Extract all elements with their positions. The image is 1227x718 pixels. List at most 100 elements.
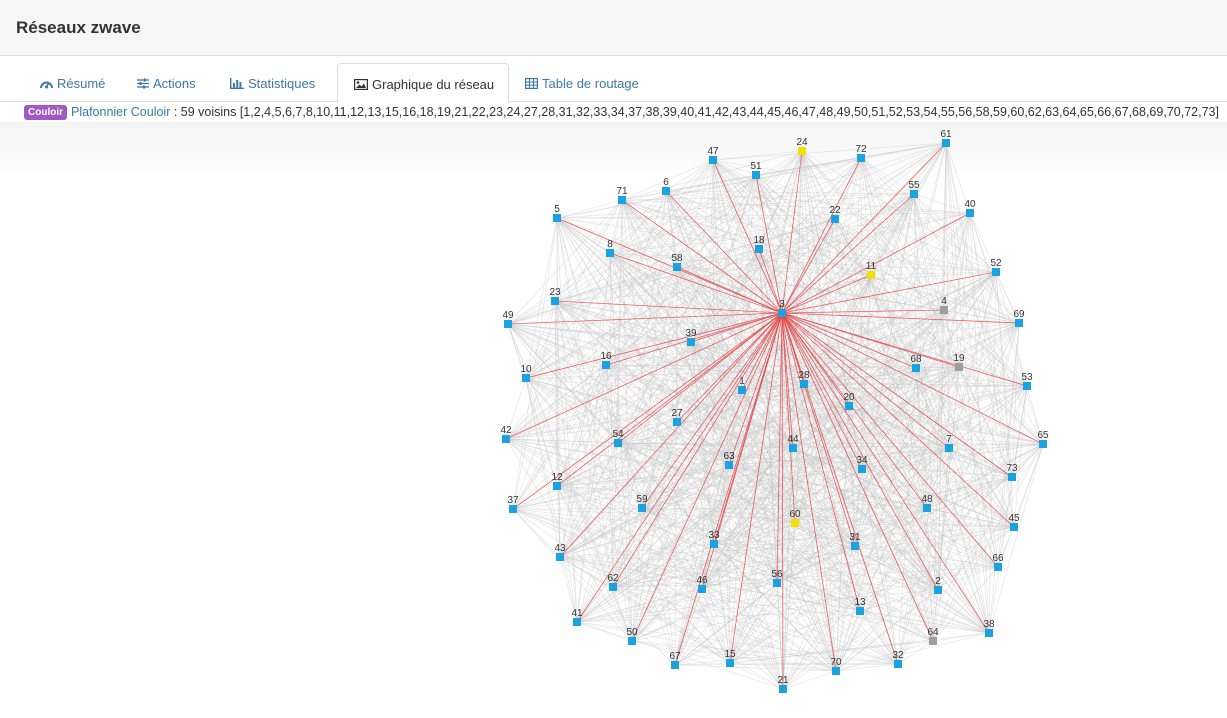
node-marker[interactable] bbox=[778, 309, 786, 317]
network-node-61[interactable]: 61 bbox=[940, 129, 952, 147]
network-node-22[interactable]: 22 bbox=[829, 205, 841, 223]
network-node-67[interactable]: 67 bbox=[669, 651, 681, 669]
node-marker[interactable] bbox=[945, 444, 953, 452]
network-node-21[interactable]: 21 bbox=[777, 675, 789, 693]
node-marker[interactable] bbox=[755, 245, 763, 253]
node-marker[interactable] bbox=[857, 154, 865, 162]
network-node-32[interactable]: 32 bbox=[892, 650, 904, 668]
network-node-40[interactable]: 40 bbox=[964, 199, 976, 217]
network-node-69[interactable]: 69 bbox=[1013, 309, 1025, 327]
network-node-66[interactable]: 66 bbox=[992, 553, 1004, 571]
network-node-24[interactable]: 24 bbox=[796, 137, 808, 155]
network-node-5[interactable]: 5 bbox=[553, 204, 561, 222]
network-node-53[interactable]: 53 bbox=[1021, 372, 1033, 390]
node-marker[interactable] bbox=[606, 249, 614, 257]
network-node-65[interactable]: 65 bbox=[1037, 430, 1049, 448]
node-marker[interactable] bbox=[738, 386, 746, 394]
node-label: 43 bbox=[554, 543, 566, 554]
tab-statistiques[interactable]: Statistiques bbox=[230, 63, 315, 102]
device-link[interactable]: Plafonnier Couloir bbox=[71, 105, 170, 119]
node-marker[interactable] bbox=[992, 268, 1000, 276]
node-marker[interactable] bbox=[994, 563, 1002, 571]
network-node-38[interactable]: 38 bbox=[983, 619, 995, 637]
network-graph[interactable]: 246147 72516 55715 22408 1858 5211234349 69391… bbox=[0, 122, 1227, 713]
node-marker[interactable] bbox=[687, 338, 695, 346]
network-graph-panel[interactable]: 24 61 47 72 51 6 55 71 5 22 40 8 18 58 52 11 23 4 3 49 69 39 1… bbox=[0, 122, 1227, 713]
node-marker[interactable] bbox=[966, 209, 974, 217]
network-node-72[interactable]: 72 bbox=[855, 144, 867, 162]
node-marker[interactable] bbox=[698, 585, 706, 593]
tab-table-de-routage[interactable]: Table de routage bbox=[525, 63, 639, 102]
node-marker[interactable] bbox=[638, 504, 646, 512]
node-marker[interactable] bbox=[832, 667, 840, 675]
node-marker[interactable] bbox=[553, 482, 561, 490]
node-marker[interactable] bbox=[910, 190, 918, 198]
node-marker[interactable] bbox=[923, 504, 931, 512]
network-node-70[interactable]: 70 bbox=[830, 657, 842, 675]
node-marker[interactable] bbox=[602, 361, 610, 369]
node-marker[interactable] bbox=[662, 187, 670, 195]
network-node-33[interactable]: 33 bbox=[708, 530, 720, 548]
node-marker[interactable] bbox=[710, 540, 718, 548]
node-marker[interactable] bbox=[1039, 440, 1047, 448]
node-marker[interactable] bbox=[573, 618, 581, 626]
network-node-73[interactable]: 73 bbox=[1006, 463, 1018, 481]
node-marker[interactable] bbox=[551, 297, 559, 305]
network-node-34[interactable]: 34 bbox=[856, 455, 868, 473]
node-label: 15 bbox=[724, 649, 736, 660]
node-marker[interactable] bbox=[791, 519, 799, 527]
node-marker[interactable] bbox=[502, 435, 510, 443]
network-node-52[interactable]: 52 bbox=[990, 258, 1002, 276]
tab-actions[interactable]: Actions bbox=[137, 63, 196, 102]
node-marker[interactable] bbox=[867, 271, 875, 279]
node-marker[interactable] bbox=[673, 418, 681, 426]
node-marker[interactable] bbox=[628, 637, 636, 645]
node-marker[interactable] bbox=[894, 660, 902, 668]
node-marker[interactable] bbox=[504, 320, 512, 328]
node-marker[interactable] bbox=[856, 607, 864, 615]
node-marker[interactable] bbox=[614, 439, 622, 447]
network-node-46[interactable]: 46 bbox=[696, 575, 708, 593]
node-marker[interactable] bbox=[798, 147, 806, 155]
tab-resume[interactable]: Résumé bbox=[40, 63, 105, 102]
node-marker[interactable] bbox=[709, 156, 717, 164]
node-marker[interactable] bbox=[673, 263, 681, 271]
node-marker[interactable] bbox=[1008, 473, 1016, 481]
node-marker[interactable] bbox=[1010, 523, 1018, 531]
network-node-50[interactable]: 50 bbox=[626, 627, 638, 645]
node-marker[interactable] bbox=[725, 461, 733, 469]
node-marker[interactable] bbox=[831, 215, 839, 223]
node-marker[interactable] bbox=[912, 364, 920, 372]
node-marker[interactable] bbox=[773, 579, 781, 587]
node-marker[interactable] bbox=[553, 214, 561, 222]
node-marker[interactable] bbox=[618, 196, 626, 204]
node-marker[interactable] bbox=[726, 659, 734, 667]
node-marker[interactable] bbox=[522, 374, 530, 382]
node-marker[interactable] bbox=[1015, 319, 1023, 327]
node-marker[interactable] bbox=[509, 505, 517, 513]
node-marker[interactable] bbox=[858, 465, 866, 473]
node-marker[interactable] bbox=[851, 542, 859, 550]
node-marker[interactable] bbox=[929, 637, 937, 645]
node-marker[interactable] bbox=[942, 139, 950, 147]
network-node-15[interactable]: 15 bbox=[724, 649, 736, 667]
network-node-44[interactable]: 44 bbox=[787, 434, 799, 452]
tab-graphique-du-reseau[interactable]: Graphique du réseau bbox=[337, 63, 510, 103]
node-marker[interactable] bbox=[934, 586, 942, 594]
node-marker[interactable] bbox=[985, 629, 993, 637]
node-marker[interactable] bbox=[609, 583, 617, 591]
network-node-45[interactable]: 45 bbox=[1008, 513, 1020, 531]
node-marker[interactable] bbox=[556, 553, 564, 561]
node-marker[interactable] bbox=[671, 661, 679, 669]
node-marker[interactable] bbox=[955, 363, 963, 371]
network-node-68[interactable]: 68 bbox=[910, 354, 922, 372]
node-marker[interactable] bbox=[752, 171, 760, 179]
node-marker[interactable] bbox=[1023, 382, 1031, 390]
network-node-64[interactable]: 64 bbox=[927, 627, 939, 645]
node-marker[interactable] bbox=[940, 306, 948, 314]
node-marker[interactable] bbox=[845, 402, 853, 410]
node-marker[interactable] bbox=[779, 685, 787, 693]
node-marker[interactable] bbox=[789, 444, 797, 452]
network-node-60[interactable]: 60 bbox=[789, 509, 801, 527]
node-marker[interactable] bbox=[800, 380, 808, 388]
